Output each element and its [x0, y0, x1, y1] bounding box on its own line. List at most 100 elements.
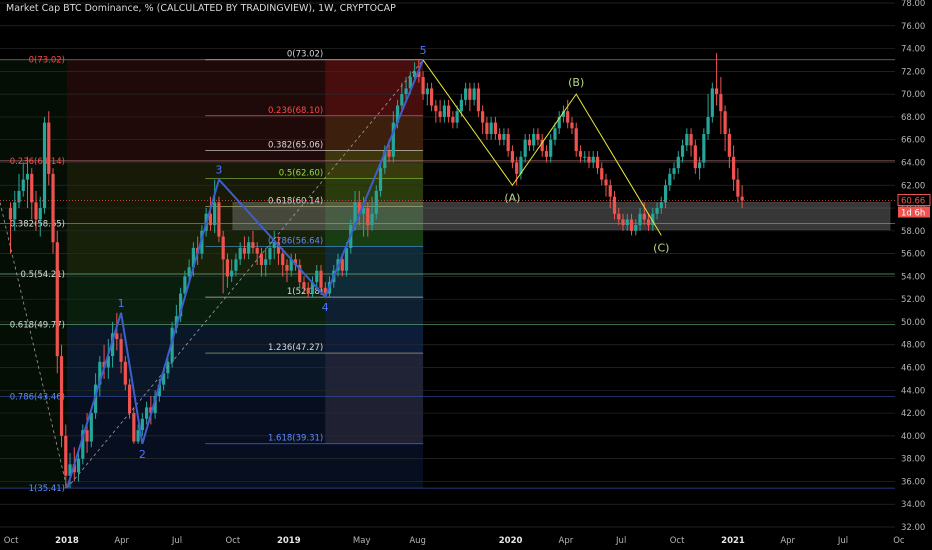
candle-body	[387, 151, 391, 157]
fib-level-label: 0.236(64.14)	[10, 157, 65, 167]
candle-body	[600, 168, 604, 180]
price-tick-label: 62.00	[901, 181, 925, 191]
candle-body	[634, 225, 638, 231]
fib-level-label: 0.382(65.06)	[268, 140, 323, 150]
candle-body	[127, 384, 132, 414]
time-tick-label: Apr	[780, 536, 795, 546]
candle-body	[238, 247, 242, 260]
candle-body	[472, 88, 476, 100]
candle-body	[217, 202, 221, 237]
price-tick-label: 66.00	[901, 136, 925, 146]
time-tick-label: Apr	[559, 536, 574, 546]
candle-body	[64, 435, 68, 476]
candle-body	[595, 156, 600, 169]
candle-body	[523, 139, 527, 157]
candle-body	[723, 111, 727, 134]
candle-body	[404, 88, 408, 95]
price-tick-label: 42.00	[901, 409, 925, 419]
candle-body	[132, 413, 136, 442]
candle-body	[123, 361, 127, 385]
candle-body	[659, 202, 663, 209]
candle-body	[668, 173, 672, 186]
candle-body	[591, 156, 595, 163]
candle-body	[447, 105, 451, 117]
candle-body	[145, 407, 149, 419]
candle-body	[740, 196, 744, 201]
candle-body	[59, 356, 64, 436]
candle-body	[76, 458, 81, 473]
impulse-wave-label: 1	[118, 297, 125, 310]
candle-body	[47, 122, 51, 174]
time-tick-label: Oct	[670, 536, 685, 546]
candle-body	[374, 190, 378, 214]
candle-body	[685, 134, 689, 146]
chart-title: Market Cap BTC Dominance, % (CALCULATED …	[6, 3, 396, 14]
candle-body	[268, 247, 272, 260]
candle-body	[693, 145, 697, 169]
candle-body	[400, 94, 404, 106]
price-axis[interactable]: 32.0034.0036.0038.0040.0042.0044.0046.00…	[895, 0, 932, 550]
candle-body	[587, 156, 591, 163]
time-tick-label: May	[353, 536, 371, 546]
candle-body	[421, 77, 425, 95]
candle-body	[608, 185, 612, 197]
price-tick-label: 70.00	[901, 90, 925, 100]
candle-body	[55, 242, 59, 357]
candle-body	[225, 259, 230, 277]
correction-wave-label: (B)	[568, 76, 584, 89]
price-tick-label: 58.00	[901, 227, 925, 237]
candle-body	[553, 128, 557, 140]
fib-level-label: 0.236(68.10)	[268, 106, 323, 116]
candle-body	[242, 247, 247, 254]
price-tick-label: 74.00	[901, 45, 925, 55]
candle-body	[42, 122, 47, 209]
correction-wave-label: (A)	[504, 191, 520, 204]
candle-body	[727, 134, 731, 157]
candle-body	[629, 219, 634, 231]
candle-body	[719, 94, 723, 112]
candle-body	[604, 179, 608, 186]
price-tick-label: 54.00	[901, 272, 925, 282]
candle-body	[115, 333, 119, 340]
fib-level-label: 0.382(58.65)	[10, 219, 65, 229]
candle-body	[13, 202, 17, 220]
candle-body	[230, 270, 234, 277]
chart-canvas: 1(35.41)0.786(43.46)0.618(49.77)0.5(54.2…	[0, 0, 932, 550]
candle-body	[498, 134, 502, 140]
candle-body	[281, 253, 285, 265]
fib-zone	[325, 115, 424, 151]
candle-body	[732, 156, 736, 180]
candle-body	[544, 151, 549, 157]
candle-body	[366, 208, 370, 226]
fib-zone	[325, 59, 424, 116]
time-tick-label: Oc	[893, 536, 905, 546]
candle-body	[315, 270, 319, 283]
candle-body	[676, 156, 680, 169]
candle-body	[264, 259, 268, 265]
candle-body	[30, 173, 34, 203]
candle-body	[680, 145, 685, 157]
candle-body	[247, 242, 251, 254]
candle-body	[451, 116, 455, 123]
candle-body	[489, 122, 493, 134]
candle-body	[502, 134, 506, 140]
candle-body	[515, 162, 519, 174]
candle-body	[442, 105, 446, 117]
candle-body	[612, 196, 617, 214]
candle-body	[140, 418, 144, 431]
time-tick-label: 2019	[277, 536, 301, 546]
price-tick-label: 48.00	[901, 341, 925, 351]
candle-body	[319, 270, 323, 288]
candle-body	[549, 139, 553, 157]
candle-body	[464, 88, 468, 100]
candle-body	[34, 202, 38, 220]
candle-body	[425, 88, 429, 95]
price-tick-label: 64.00	[901, 158, 925, 168]
countdown-value: 1d 6h	[901, 209, 925, 219]
candle-body	[655, 208, 659, 214]
time-tick-label: Oct	[226, 536, 241, 546]
last-price-value: 60.66	[901, 197, 925, 207]
fib-level-label: 0(73.02)	[29, 56, 65, 66]
time-axis[interactable]: Oct 2018 Apr Jul Oct 2019 May Aug 2020 Apr Jul Oct 2…	[0, 530, 932, 550]
price-tick-label: 68.00	[901, 113, 925, 123]
